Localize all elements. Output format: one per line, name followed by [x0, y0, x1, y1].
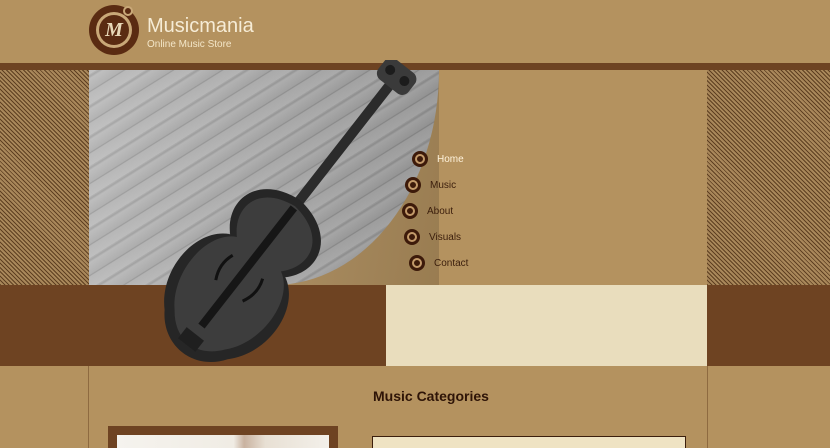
content-border-right	[707, 366, 708, 448]
categories-box	[372, 436, 686, 448]
content-border-left	[88, 366, 89, 448]
nav-item-label: About	[427, 205, 454, 217]
featured-image[interactable]	[117, 435, 329, 448]
hero-panel	[89, 70, 707, 285]
site-title[interactable]: Musicmania	[147, 15, 254, 38]
cream-panel	[386, 285, 707, 366]
left-hatch-pattern	[0, 70, 89, 285]
logo-note-dot	[123, 6, 133, 16]
nav-item-contact[interactable]: Contact	[409, 255, 468, 271]
nav-item-about[interactable]: About	[402, 203, 453, 219]
site-tagline: Online Music Store	[147, 39, 232, 50]
logo-letter: M	[99, 15, 129, 45]
nav-item-home[interactable]: Home	[412, 151, 464, 167]
nav-item-label: Contact	[434, 257, 469, 269]
nav-item-label: Music	[430, 179, 457, 191]
right-hatch-pattern	[707, 70, 830, 285]
section-title: Music Categories	[373, 388, 489, 404]
header-divider-strip	[0, 63, 830, 70]
circle-bullet-icon	[402, 203, 418, 219]
circle-bullet-icon	[405, 177, 421, 193]
nav-item-label: Visuals	[429, 231, 462, 243]
circle-bullet-icon	[412, 151, 428, 167]
site-header: M Musicmania Online Music Store	[0, 0, 830, 63]
nav-item-music[interactable]: Music	[405, 177, 456, 193]
circle-bullet-icon	[404, 229, 420, 245]
nav-item-label: Home	[437, 153, 464, 165]
nav-item-visuals[interactable]: Visuals	[404, 229, 461, 245]
circle-bullet-icon	[409, 255, 425, 271]
musicmania-logo-icon[interactable]: M	[89, 5, 139, 55]
